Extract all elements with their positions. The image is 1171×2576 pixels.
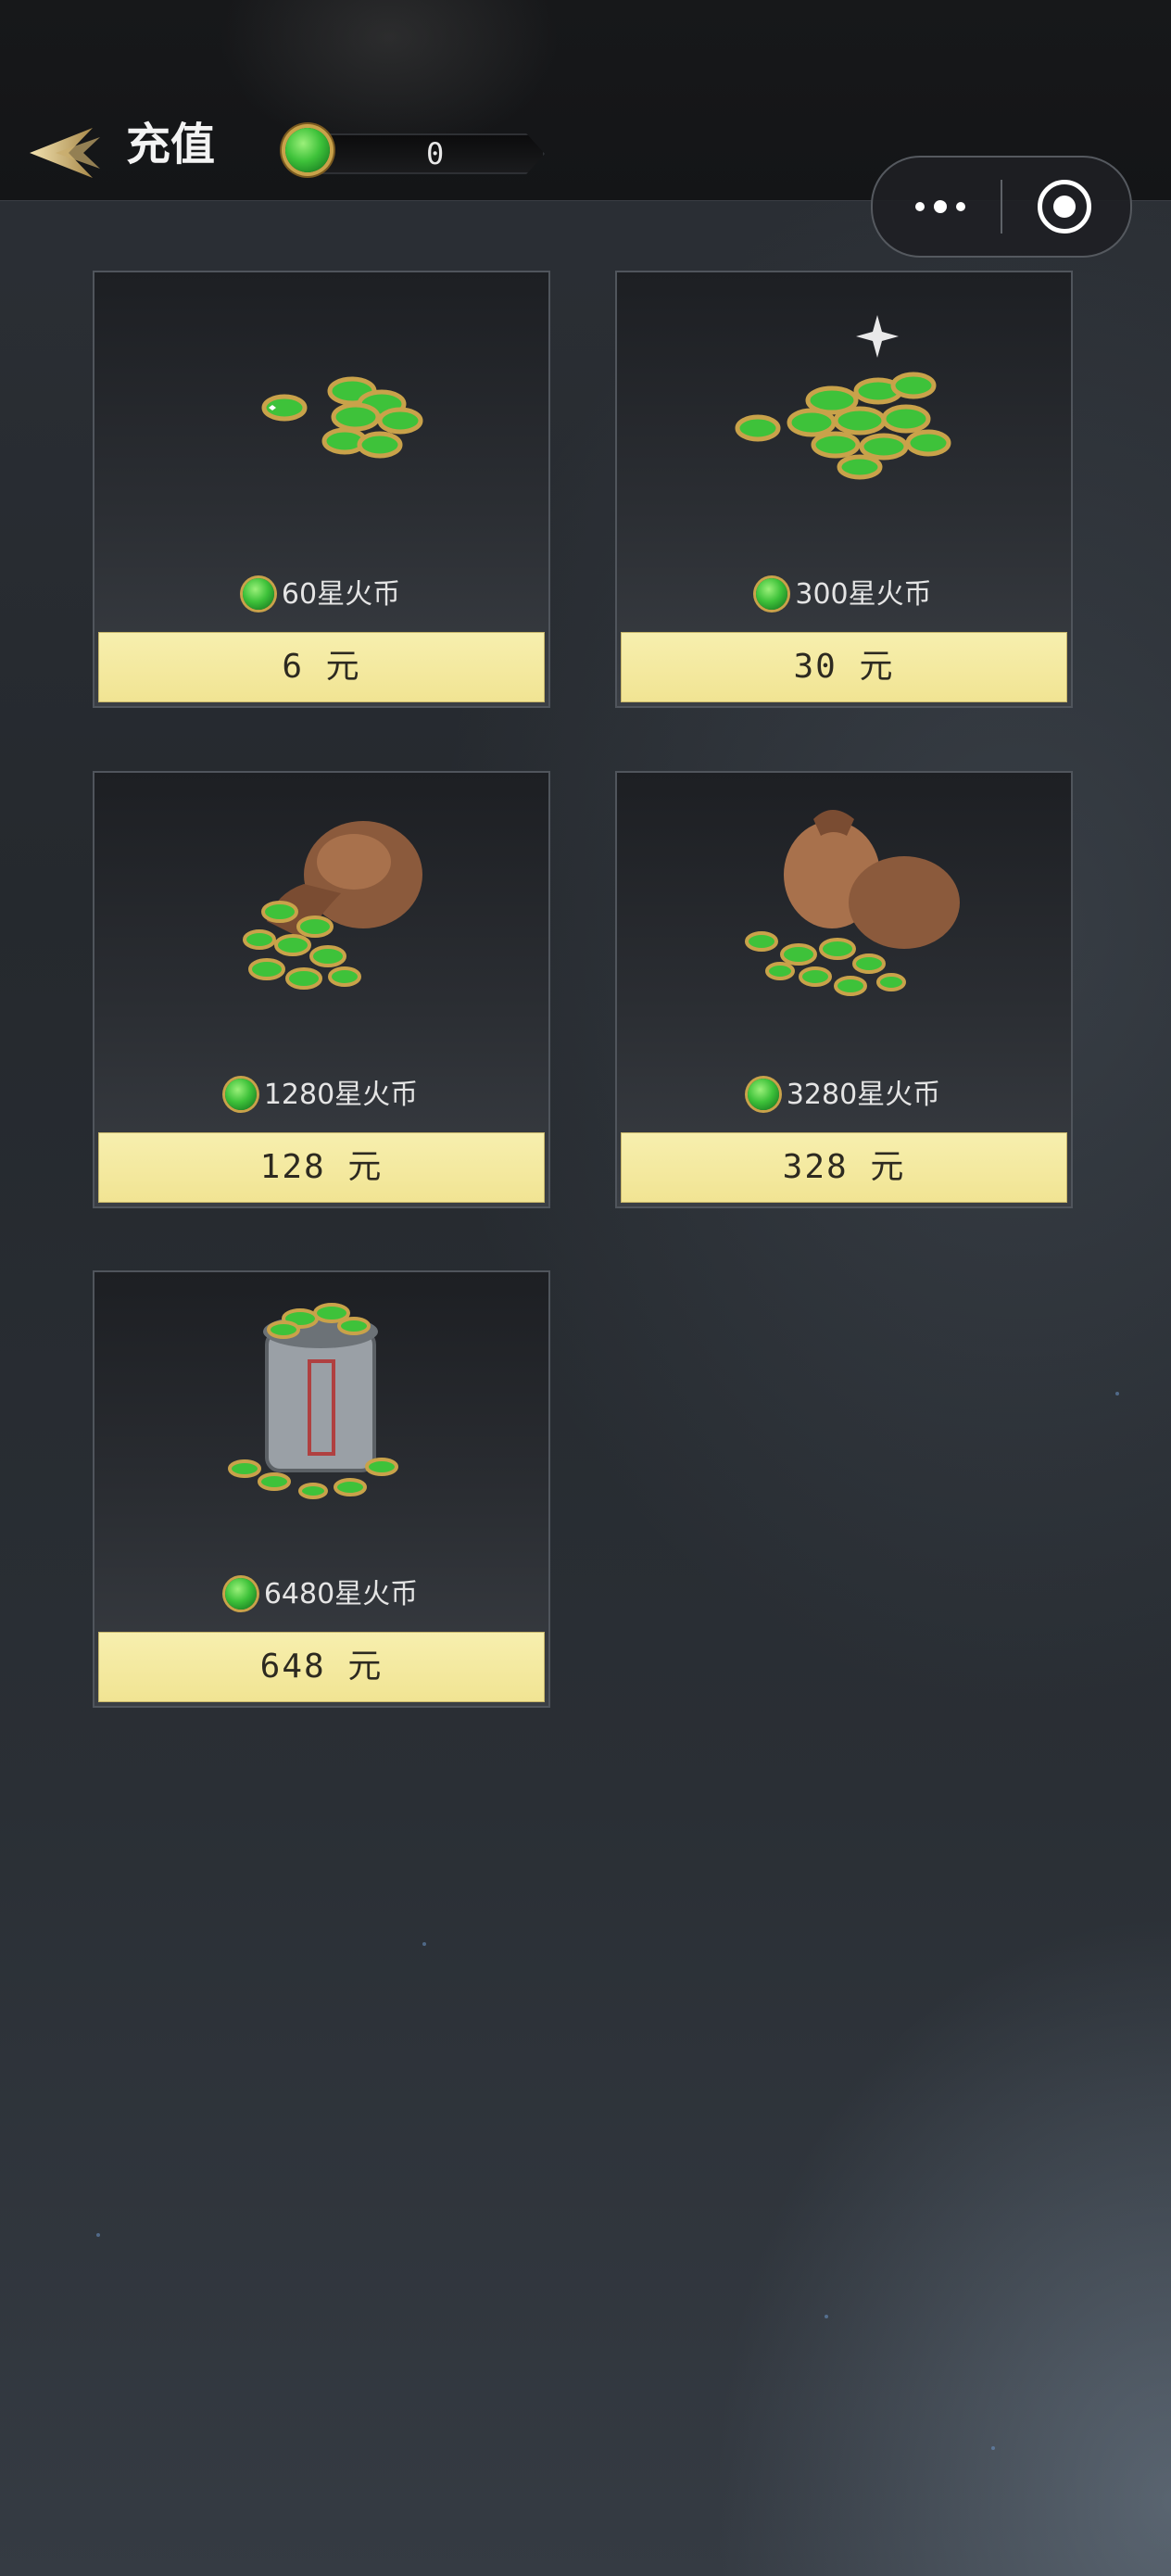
background-speck (96, 2233, 100, 2237)
coin-barrel-icon (228, 1303, 398, 1499)
jade-coin-icon (756, 578, 788, 610)
package-card-1280[interactable]: 1280星火币 128 元 (93, 771, 550, 1208)
background-speck (825, 2315, 828, 2318)
jade-coin-icon (747, 1079, 779, 1110)
background-speck (1115, 1392, 1119, 1395)
two-coin-bags-icon (745, 810, 960, 996)
package-card-6480[interactable]: 6480星火币 648 元 (93, 1270, 550, 1708)
price-button[interactable]: 328 元 (621, 1132, 1067, 1203)
coin-amount-label: 60星火币 (94, 575, 548, 615)
price-button[interactable]: 128 元 (98, 1132, 545, 1203)
price-button[interactable]: 648 元 (98, 1632, 545, 1702)
package-card-3280[interactable]: 3280星火币 328 元 (615, 771, 1073, 1208)
miniprogram-close-icon[interactable] (1038, 180, 1091, 234)
jade-coin-icon (224, 1578, 257, 1610)
capsule-divider (1001, 180, 1002, 234)
coin-amount-label: 6480星火币 (94, 1574, 548, 1615)
jade-coin-icon (285, 128, 330, 172)
medium-coin-pile-icon (735, 315, 951, 480)
package-card-300[interactable]: 300星火币 30 元 (615, 271, 1073, 708)
coin-bag-icon (243, 821, 422, 990)
jade-coin-icon (224, 1079, 257, 1110)
more-dots-icon[interactable] (904, 185, 978, 228)
coin-amount-label: 300星火币 (617, 575, 1071, 615)
jade-coin-icon (242, 578, 274, 610)
back-arrow-icon[interactable] (28, 124, 102, 182)
price-button[interactable]: 6 元 (98, 632, 545, 702)
background-speck (422, 1942, 426, 1946)
coin-amount-label: 3280星火币 (617, 1075, 1071, 1116)
small-coin-pile-icon (261, 376, 423, 459)
background-speck (991, 2446, 995, 2450)
coin-amount-label: 1280星火币 (94, 1075, 548, 1116)
miniprogram-capsule (871, 156, 1132, 258)
package-card-60[interactable]: 60星火币 6 元 (93, 271, 550, 708)
balance-value: 0 (426, 136, 445, 171)
price-button[interactable]: 30 元 (621, 632, 1067, 702)
coin-balance: 0 (278, 126, 556, 178)
page-title: 充值 (126, 119, 216, 170)
